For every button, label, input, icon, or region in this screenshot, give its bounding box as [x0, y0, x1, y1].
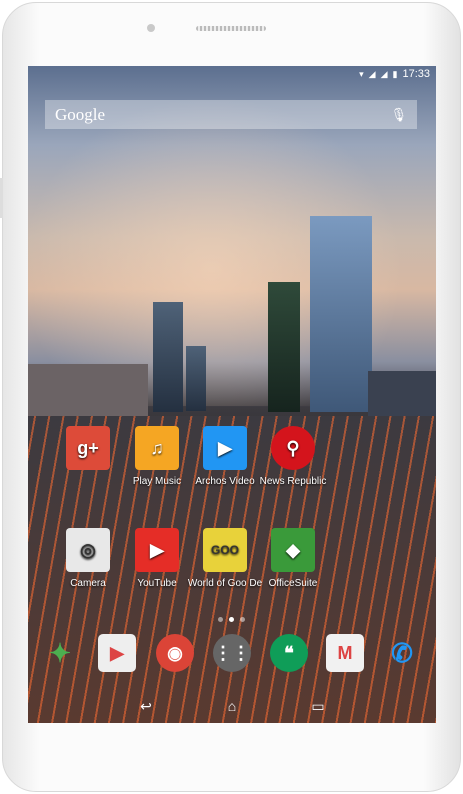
google-plus-folder-icon: g+ — [66, 426, 110, 470]
app-drawer-icon[interactable]: ⋮⋮ — [213, 634, 251, 672]
app-label: Camera — [70, 578, 106, 589]
status-bar: ▾ ◢ ◢ ▮ 17:33 — [359, 68, 430, 80]
home-button[interactable]: ⌂ — [217, 698, 247, 714]
play-icon: ▶ — [203, 426, 247, 470]
headphones-icon: ♫ — [135, 426, 179, 470]
wallpaper-building — [28, 364, 148, 416]
google-logo: Google — [55, 104, 106, 124]
chrome-icon[interactable]: ◉ — [156, 634, 194, 672]
recents-button[interactable]: ▭ — [303, 698, 333, 715]
phone-icon[interactable]: ✆ — [383, 634, 421, 672]
google-search-bar[interactable]: Google 🎙 — [45, 100, 417, 129]
page-indicator — [218, 617, 245, 622]
mic-icon[interactable]: 🎙 — [390, 107, 407, 123]
news-republic-icon: ⚲ — [271, 426, 315, 470]
side-button — [0, 178, 3, 218]
home-screen: ▾ ◢ ◢ ▮ 17:33 Google 🎙 g+ ♫ Play Music ▶ Arc… — [28, 66, 436, 723]
wallpaper-building — [368, 371, 436, 416]
wallpaper-building — [153, 302, 183, 412]
app-google-plus-folder[interactable]: g+ — [48, 426, 128, 476]
app-officesuite[interactable]: ◆ OfficeSuite — [253, 528, 333, 589]
officesuite-icon: ◆ — [271, 528, 315, 572]
back-button[interactable]: ↩ — [131, 698, 161, 715]
photos-icon[interactable]: ✦ — [41, 634, 79, 672]
youtube-icon: ▶ — [135, 528, 179, 572]
battery-icon: ▮ — [392, 68, 398, 79]
wallpaper-building — [310, 216, 372, 412]
play-store-icon[interactable]: ▶ — [98, 634, 136, 672]
wifi-icon: ▾ — [359, 68, 364, 79]
camera-icon: ◎ — [66, 528, 110, 572]
app-camera[interactable]: ◎ Camera — [48, 528, 128, 589]
wallpaper-building — [186, 346, 206, 411]
app-label: News Republic — [259, 476, 327, 487]
app-label: OfficeSuite — [268, 578, 318, 589]
gmail-icon[interactable]: M — [326, 634, 364, 672]
world-of-goo-icon: GOO — [203, 528, 247, 572]
front-camera — [147, 24, 155, 32]
hangouts-icon[interactable]: ❝ — [270, 634, 308, 672]
signal-icon: ◢ — [368, 68, 376, 79]
app-news-republic[interactable]: ⚲ News Republic — [253, 426, 333, 487]
signal-icon: ◢ — [380, 68, 388, 79]
wallpaper-building — [268, 282, 300, 412]
clock: 17:33 — [402, 68, 430, 80]
speaker-grille — [196, 26, 266, 31]
